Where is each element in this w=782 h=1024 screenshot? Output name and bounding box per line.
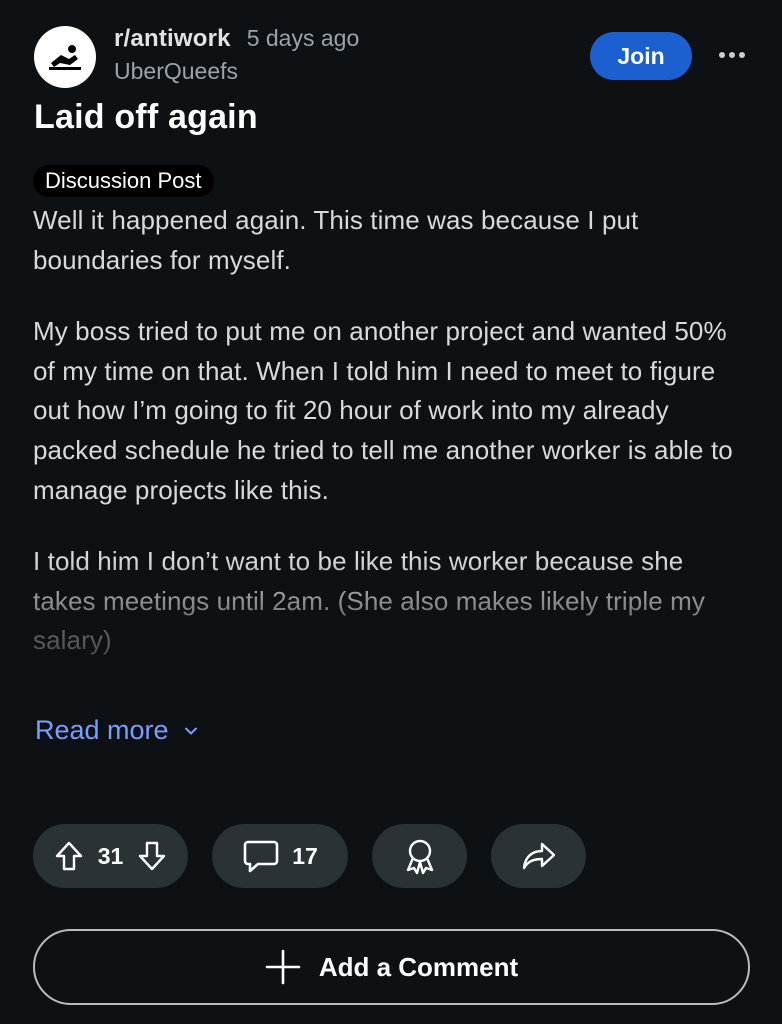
award-ribbon-icon [406,839,433,875]
read-more-label: Read more [35,715,169,745]
add-comment-button[interactable]: Add a Comment [33,929,750,1005]
post-meta: r/antiwork 5 days ago [114,25,359,53]
chevron-down-icon [184,727,197,734]
share-button[interactable] [491,824,586,888]
award-button[interactable] [372,824,467,888]
vote-control: 31 [33,824,188,888]
comment-bubble-icon [243,840,279,873]
plus-icon [265,949,301,985]
upvote-arrow-icon[interactable] [54,840,84,872]
post-paragraph: My boss tried to put me on another proje… [33,316,733,505]
post-paragraph: Well it happened again. This time was be… [33,205,639,275]
post-timestamp: 5 days ago [246,25,360,51]
more-options-button[interactable] [712,40,752,70]
more-horizontal-icon [739,52,745,58]
post-body[interactable]: Well it happened again. This time was be… [33,201,751,699]
post-title[interactable]: Laid off again [34,98,258,137]
comments-button[interactable]: 17 [212,824,348,888]
subreddit-avatar-icon [49,45,81,70]
share-arrow-icon [522,842,555,870]
join-button[interactable]: Join [590,32,692,80]
comment-count: 17 [292,842,318,869]
more-horizontal-icon [719,52,725,58]
downvote-arrow-icon[interactable] [137,840,167,872]
add-comment-label: Add a Comment [318,951,519,982]
author-username[interactable]: UberQueefs [114,58,238,85]
subreddit-avatar[interactable] [34,26,96,88]
vote-count: 31 [97,842,124,869]
subreddit-name[interactable]: r/antiwork [114,25,231,53]
post-paragraph: I told him I don’t want to be like this … [33,546,705,656]
read-more-link[interactable]: Read more [35,715,199,746]
post-flair[interactable]: Discussion Post [33,165,214,197]
more-horizontal-icon [729,52,735,58]
